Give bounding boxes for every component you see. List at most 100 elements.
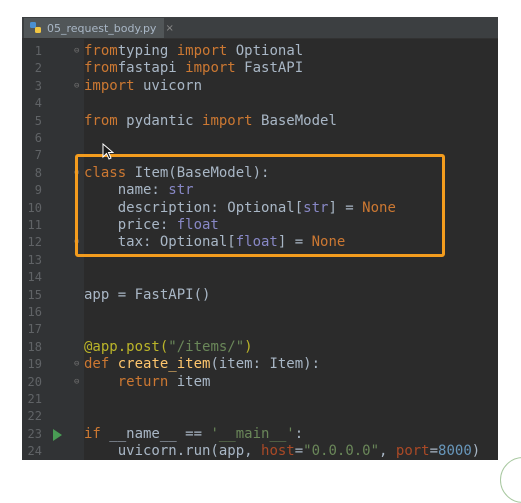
line-number: 17 [27, 322, 42, 337]
code-line[interactable]: 16 [22, 304, 498, 321]
code-token: import [185, 60, 236, 77]
code-line[interactable]: 15 app = FastAPI() [22, 287, 498, 304]
code-token: app = FastAPI() [84, 286, 211, 303]
run-icon[interactable] [53, 428, 62, 441]
code-text: if __name__ == '__main__': [84, 426, 303, 443]
line-number: 3 [34, 78, 42, 93]
decorative-circle [500, 457, 521, 503]
code-text: uvicorn.run(app, host="0.0.0.0", port=80… [84, 443, 481, 460]
fold-marker-icon[interactable]: ⊖ [74, 47, 82, 56]
code-token: FastAPI [235, 60, 304, 77]
editor-window: 05_request_body.py × 1 ⊖ fromtyping import… [22, 17, 498, 460]
code-token: Optional [227, 43, 304, 59]
line-number: 5 [34, 113, 42, 128]
editor-tab-bar: 05_request_body.py × [22, 17, 498, 39]
code-line[interactable]: 21 [22, 391, 498, 408]
line-number: 19 [27, 357, 42, 372]
code-token: uvicorn [134, 77, 203, 94]
code-token: ) [471, 443, 481, 460]
code-line[interactable]: 6 [22, 130, 498, 147]
code-line[interactable]: 2 fromfastapi import FastAPI [22, 60, 498, 77]
code-token: import [84, 77, 135, 94]
code-line[interactable]: 5 from pydantic import BaseModel [22, 113, 498, 130]
line-number: 8 [34, 165, 42, 180]
code-token: from [84, 60, 118, 77]
code-token: import [176, 43, 228, 59]
code-token: create_item [109, 356, 211, 373]
code-line[interactable]: 23 if __name__ == '__main__': [22, 426, 498, 443]
tab-label: 05_request_body.py [47, 21, 157, 35]
code-token: __name__ == [100, 425, 211, 442]
code-token: from [84, 112, 118, 129]
line-number: 6 [34, 131, 42, 145]
code-text: fromfastapi import FastAPI [84, 60, 303, 77]
line-number: 13 [27, 252, 42, 267]
code-token: uvicorn.run(app, [84, 443, 262, 460]
python-file-icon [30, 22, 42, 34]
code-token: (item: Item): [210, 356, 321, 373]
code-text: return item [84, 373, 211, 391]
line-number: 15 [27, 287, 42, 302]
code-token: pydantic [117, 112, 203, 129]
code-line[interactable]: 14 [22, 269, 498, 286]
code-token: ) [244, 338, 253, 355]
code-text: fromtyping import Optional [84, 43, 303, 60]
code-token: if [84, 425, 101, 442]
line-number: 4 [34, 96, 42, 111]
code-text: import uvicorn [84, 78, 202, 95]
code-token: from [84, 43, 118, 59]
code-token: , [379, 443, 396, 460]
line-number: 16 [27, 305, 42, 319]
code-line[interactable]: 24 uvicorn.run(app, host="0.0.0.0", port… [22, 443, 498, 460]
line-number: 12 [27, 235, 42, 250]
code-token: fastapi [117, 60, 186, 77]
line-number: 11 [27, 218, 42, 232]
mouse-pointer-icon [102, 143, 114, 160]
code-line[interactable]: 20 ⊖ return item [22, 374, 498, 391]
code-line[interactable]: 18 @app.post("/items/") [22, 339, 498, 356]
code-token: 8000 [438, 443, 472, 460]
code-token: = [294, 443, 304, 460]
line-number: 22 [27, 409, 42, 424]
code-line[interactable]: 1 ⊖ fromtyping import Optional [22, 43, 498, 60]
code-line[interactable]: 19 ⊖ def create_item(item: Item): [22, 356, 498, 373]
tab-file[interactable]: 05_request_body.py × [24, 18, 174, 38]
line-number: 14 [27, 270, 42, 285]
code-token: return [117, 373, 169, 390]
code-text: from pydantic import BaseModel [84, 113, 337, 130]
line-number: 9 [34, 183, 42, 198]
code-token: def [84, 356, 110, 373]
code-line[interactable]: 4 [22, 95, 498, 112]
line-number: 24 [27, 444, 42, 459]
line-number: 18 [27, 339, 42, 354]
line-number: 21 [27, 392, 42, 406]
code-token: item [168, 373, 211, 390]
code-token: port [395, 443, 430, 460]
close-tab-icon[interactable]: × [165, 23, 173, 34]
code-line[interactable]: 17 [22, 321, 498, 338]
code-token: "/items/" [168, 338, 245, 355]
code-text: app = FastAPI() [84, 287, 210, 304]
line-number: 7 [34, 148, 42, 163]
highlight-box [75, 154, 445, 257]
code-token: = [429, 443, 439, 460]
code-line[interactable]: 3 ⊖ import uvicorn [22, 78, 498, 95]
fold-marker-icon[interactable]: ⊖ [74, 81, 82, 90]
code-token: "0.0.0.0" [303, 443, 380, 460]
fold-marker-icon[interactable]: ⊖ [74, 360, 82, 369]
line-number: 23 [27, 426, 42, 441]
code-token: import [202, 112, 253, 129]
fold-marker-icon[interactable]: ⊖ [74, 377, 82, 386]
line-number: 20 [27, 374, 42, 389]
code-token: typing [117, 43, 177, 59]
code-token: host [261, 443, 295, 460]
code-token: '__main__' [210, 425, 295, 442]
code-line[interactable]: 22 [22, 408, 498, 425]
line-number: 1 [34, 44, 42, 58]
code-token: BaseModel [252, 112, 337, 129]
line-number: 2 [34, 61, 42, 76]
line-number: 10 [27, 200, 42, 215]
code-token: : [294, 425, 304, 442]
code-text: def create_item(item: Item): [84, 356, 320, 373]
